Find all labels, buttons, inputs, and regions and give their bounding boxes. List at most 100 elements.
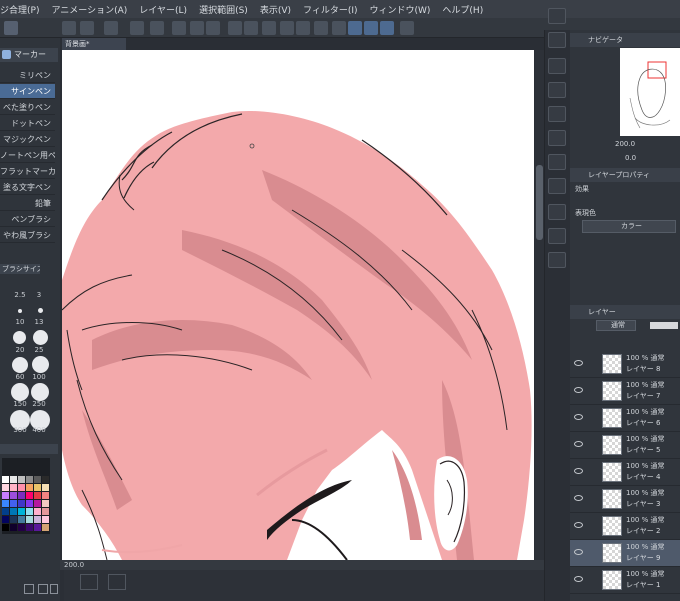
navigator-zoom[interactable]: 200.0: [575, 138, 680, 150]
scrollbar-thumb[interactable]: [536, 165, 543, 240]
layer-merge-icon[interactable]: [548, 106, 566, 122]
layer-ruler-icon[interactable]: [548, 178, 566, 194]
delete-icon[interactable]: [50, 584, 58, 594]
subtool-item[interactable]: 鉛筆: [0, 196, 55, 211]
layer-clear-icon[interactable]: [548, 82, 566, 98]
loading-icon[interactable]: [228, 21, 242, 35]
duplicate-icon[interactable]: [38, 584, 48, 594]
visibility-eye-icon[interactable]: [574, 468, 583, 474]
snap-icon[interactable]: [332, 21, 346, 35]
layer-row[interactable]: 100 % 通常 レイヤー 2: [570, 513, 680, 540]
visibility-eye-icon[interactable]: [574, 522, 583, 528]
drawing-canvas[interactable]: [62, 50, 534, 560]
flip-vertical-icon[interactable]: [108, 574, 126, 590]
new-file-icon[interactable]: [62, 21, 76, 35]
menu-item-help[interactable]: ヘルプ(H): [442, 3, 483, 16]
grid-icon[interactable]: [296, 21, 310, 35]
menu-item-window[interactable]: ウィンドウ(W): [370, 3, 431, 16]
zoom-readout[interactable]: 200.0: [64, 561, 84, 569]
clear-icon[interactable]: [280, 21, 294, 35]
layer-row[interactable]: 100 % 通常 レイヤー 7: [570, 378, 680, 405]
subtool-item[interactable]: ペンブラシ: [0, 212, 55, 227]
brush-size-preset[interactable]: [31, 383, 49, 401]
subtool-item[interactable]: ミリペン: [0, 68, 55, 83]
visibility-eye-icon[interactable]: [574, 495, 583, 501]
layer-thumbnail: [602, 381, 622, 401]
subtool-item[interactable]: べた塗りペン: [0, 100, 55, 115]
layer-row[interactable]: 100 % 通常 レイヤー 8: [570, 351, 680, 378]
layer-fill-icon[interactable]: [548, 130, 566, 146]
vertical-scrollbar[interactable]: [535, 50, 544, 560]
subtool-item[interactable]: ノートペン用ペン: [0, 148, 55, 163]
undo-icon[interactable]: [190, 21, 204, 35]
opacity-slider[interactable]: [650, 322, 678, 329]
layer-mask-icon[interactable]: [548, 154, 566, 170]
brush-size-preset[interactable]: [38, 308, 43, 313]
menu-item-selection[interactable]: 選択範囲(S): [199, 3, 248, 16]
layer-property-tab[interactable]: レイヤープロパティ: [570, 168, 680, 182]
add-icon[interactable]: [24, 584, 34, 594]
navigator-rotation[interactable]: 0.0: [575, 152, 680, 164]
visibility-eye-icon[interactable]: [574, 387, 583, 393]
brush-size-preset[interactable]: [13, 331, 26, 344]
snap-special-ruler-icon[interactable]: [364, 21, 378, 35]
snap-grid-icon[interactable]: [380, 21, 394, 35]
layer-transform-icon[interactable]: [548, 204, 566, 220]
brush-size-preset[interactable]: [32, 356, 49, 373]
menu-item-edit[interactable]: ジ合理(P): [0, 3, 39, 16]
visibility-eye-icon[interactable]: [574, 549, 583, 555]
open-file-icon[interactable]: [80, 21, 94, 35]
subtool-item[interactable]: フラットマーカー: [0, 164, 55, 179]
layer-adjust-icon[interactable]: [548, 228, 566, 244]
layer-row[interactable]: 100 % 通常 レイヤー 9: [570, 540, 680, 567]
layer-row[interactable]: 100 % 通常 レイヤー 1: [570, 567, 680, 594]
clip-studio-icon[interactable]: [400, 21, 414, 35]
menu-icon[interactable]: [4, 21, 18, 35]
layer-blend-mode: 100 % 通常: [626, 489, 665, 497]
save-icon[interactable]: [104, 21, 118, 35]
navigator-preview[interactable]: [620, 48, 680, 136]
layer-row[interactable]: 100 % 通常 レイヤー 3: [570, 486, 680, 513]
flip-horizontal-icon[interactable]: [80, 574, 98, 590]
subtool-item[interactable]: やわ風ブラシ: [0, 228, 55, 243]
subtool-item[interactable]: ドットペン: [0, 116, 55, 131]
zoom-icon[interactable]: [548, 8, 566, 24]
menu-item-view[interactable]: 表示(V): [260, 3, 291, 16]
layer-row[interactable]: 100 % 通常 レイヤー 6: [570, 405, 680, 432]
expression-color-select[interactable]: カラー: [582, 220, 676, 233]
brush-size-tab[interactable]: ブラシサイズ: [0, 264, 40, 274]
subtool-item[interactable]: 塗る文字ペン: [0, 180, 55, 195]
settings-icon[interactable]: [172, 21, 186, 35]
brush-size-preset[interactable]: [11, 383, 29, 401]
visibility-eye-icon[interactable]: [574, 441, 583, 447]
layer-copy-icon[interactable]: [548, 58, 566, 74]
layer-blend-mode: 100 % 通常: [626, 435, 665, 443]
hand-icon[interactable]: [548, 32, 566, 48]
brush-size-preset[interactable]: [18, 309, 22, 313]
export-icon[interactable]: [130, 21, 144, 35]
visibility-eye-icon[interactable]: [574, 414, 583, 420]
visibility-eye-icon[interactable]: [574, 360, 583, 366]
layer-row[interactable]: 100 % 通常 レイヤー 4: [570, 459, 680, 486]
menu-item-filter[interactable]: フィルター(I): [303, 3, 358, 16]
subtool-item[interactable]: マジックペン: [0, 132, 55, 147]
visibility-eye-icon[interactable]: [574, 576, 583, 582]
layer-row[interactable]: 100 % 通常 レイヤー 5: [570, 432, 680, 459]
navigator-tab[interactable]: ナビゲータ: [570, 33, 680, 47]
layer-move-icon[interactable]: [548, 252, 566, 268]
snap-ruler-icon[interactable]: [348, 21, 362, 35]
redo-icon[interactable]: [206, 21, 220, 35]
document-tab[interactable]: 背景画*: [62, 38, 126, 50]
layer-tab[interactable]: レイヤー: [570, 305, 680, 319]
fill-icon[interactable]: [244, 21, 258, 35]
ruler-icon[interactable]: [314, 21, 328, 35]
brush-size-preset[interactable]: [33, 330, 48, 345]
print-icon[interactable]: [150, 21, 164, 35]
menu-item-layer[interactable]: レイヤー(L): [139, 3, 187, 16]
menu-item-animation[interactable]: アニメーション(A): [51, 3, 127, 16]
transform-icon[interactable]: [262, 21, 276, 35]
blend-mode-select[interactable]: 通常: [596, 320, 636, 331]
subtool-item-selected[interactable]: サインペン: [0, 84, 55, 99]
brush-size-preset[interactable]: [12, 357, 28, 373]
color-set-palette[interactable]: [2, 458, 50, 534]
